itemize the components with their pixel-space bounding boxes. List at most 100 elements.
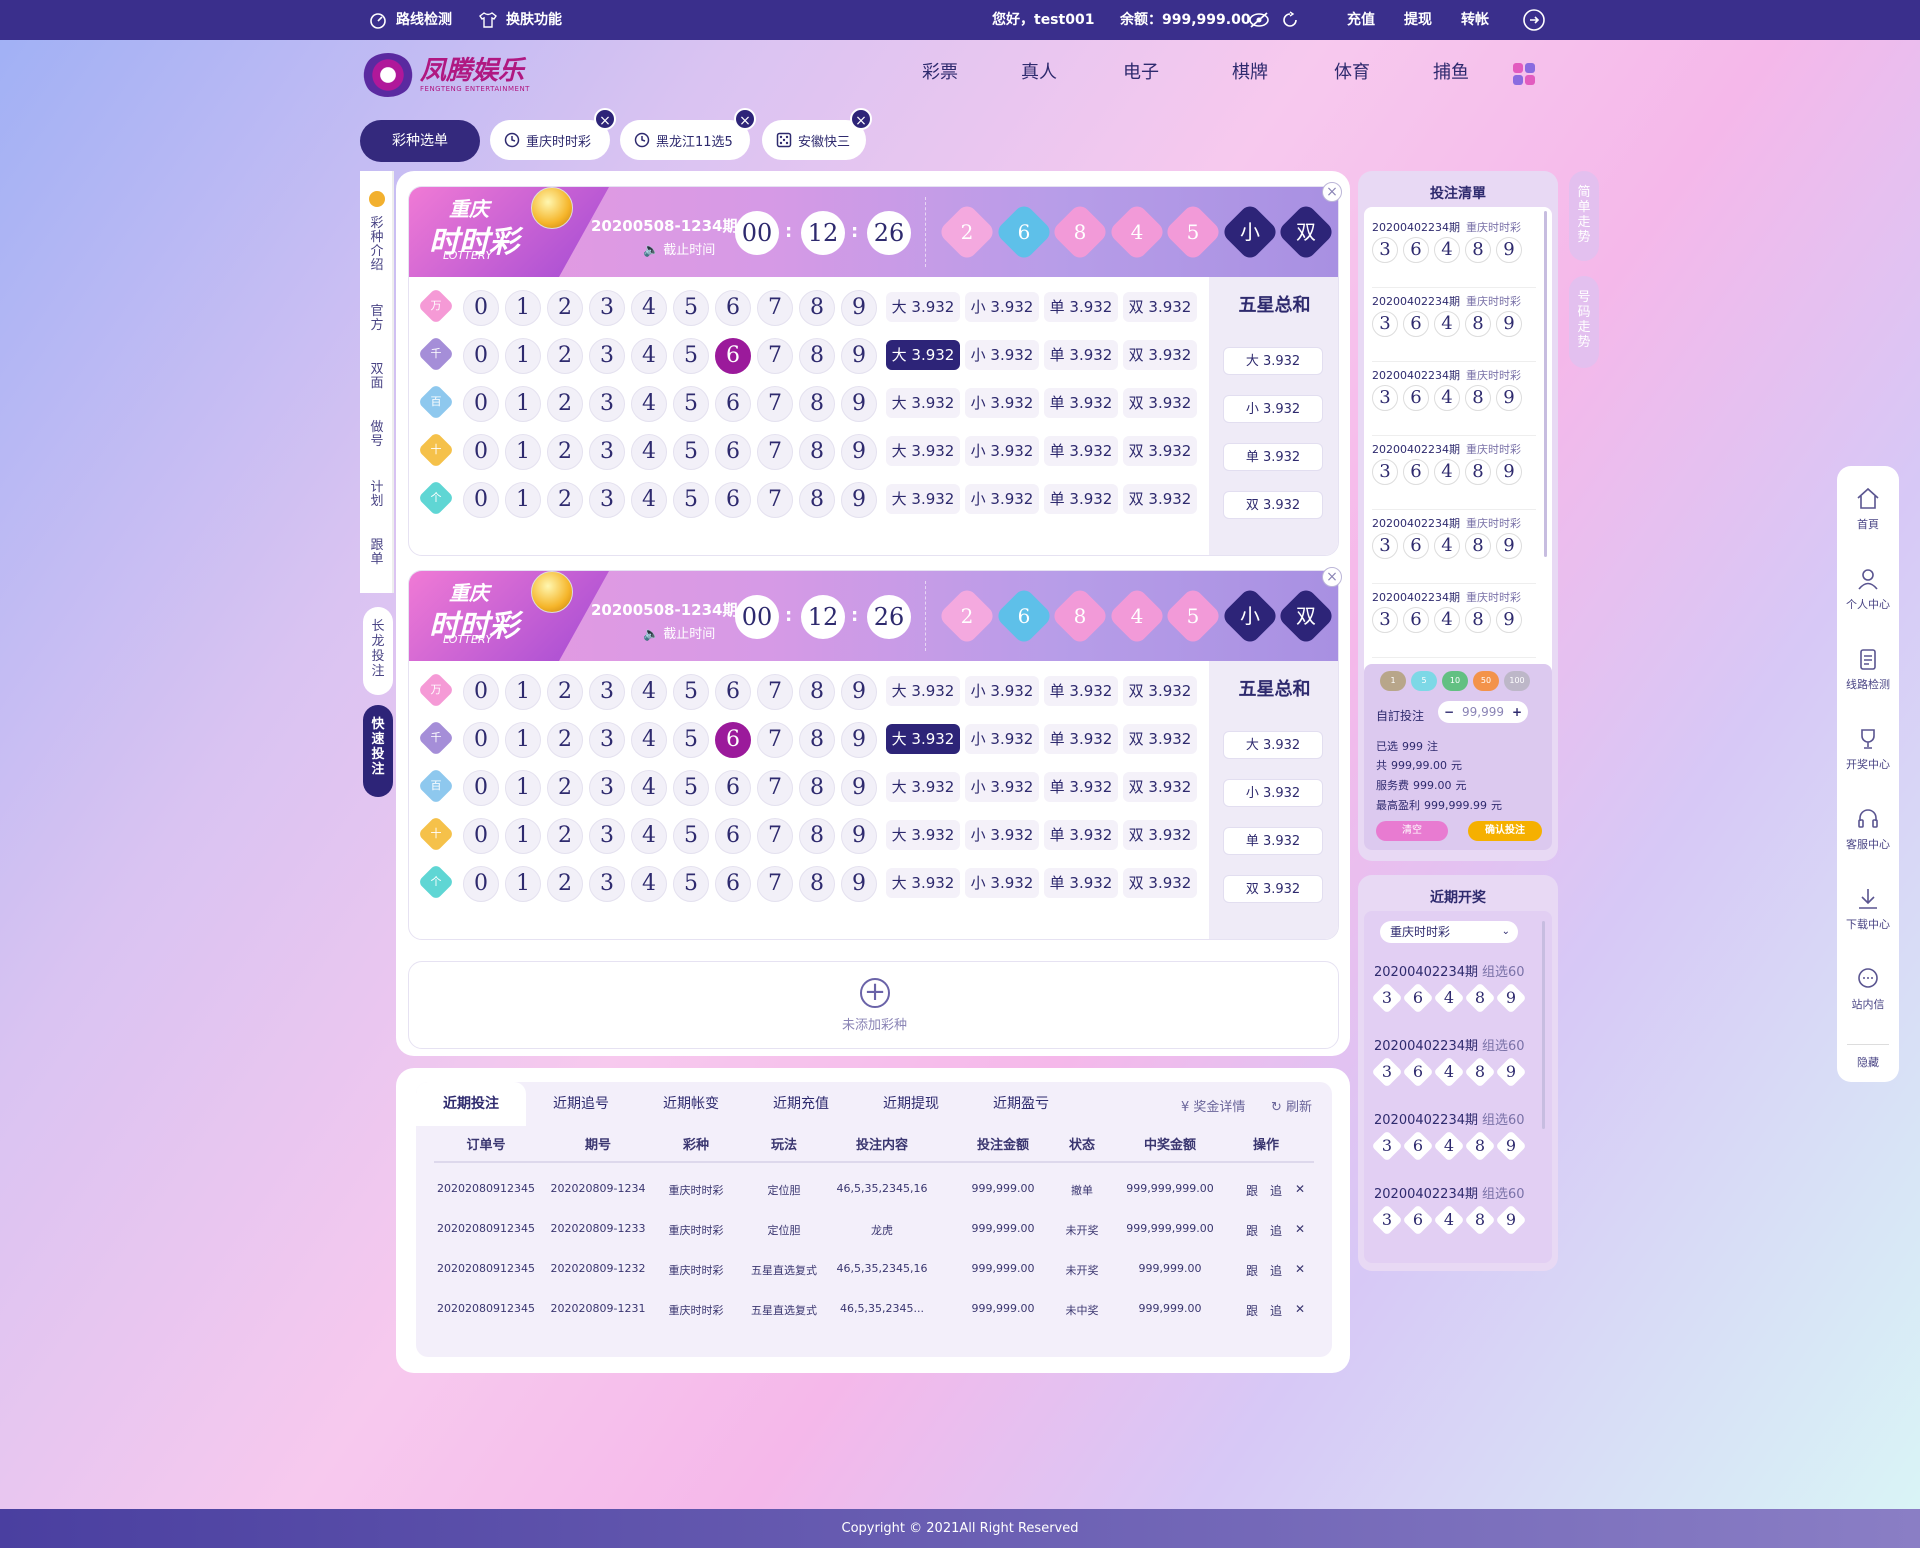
odds-button[interactable]: 大 3.932 (886, 436, 960, 466)
odds-button[interactable]: 单 3.932 (1044, 676, 1118, 706)
float-item-3[interactable]: 开奖中心 (1837, 726, 1899, 772)
odds-button[interactable]: 单 3.932 (1044, 484, 1118, 514)
odds-button[interactable]: 小 3.932 (965, 868, 1039, 898)
odds-button[interactable]: 双 3.932 (1123, 820, 1197, 850)
number-ball[interactable]: 0 (463, 866, 499, 902)
number-ball[interactable]: 7 (757, 866, 793, 902)
odds-button[interactable]: 大 3.932 (886, 484, 960, 514)
number-ball[interactable]: 1 (505, 290, 541, 326)
cancel-icon[interactable]: ✕ (1290, 1262, 1310, 1276)
custom-bet-stepper[interactable]: −99,999 + (1438, 701, 1528, 723)
chase-button[interactable]: 追 (1266, 1222, 1286, 1239)
long-dragon-bet-pill[interactable]: 长龙投注 (363, 607, 393, 695)
chase-button[interactable]: 追 (1266, 1262, 1286, 1279)
number-ball[interactable]: 4 (631, 674, 667, 710)
number-ball[interactable]: 2 (547, 482, 583, 518)
number-ball[interactable]: 0 (463, 674, 499, 710)
number-ball[interactable]: 7 (757, 722, 793, 758)
chip-button[interactable]: 10 (1442, 671, 1468, 691)
float-item-4[interactable]: 客服中心 (1837, 806, 1899, 852)
number-ball[interactable]: 1 (505, 482, 541, 518)
odds-button[interactable]: 单 3.932 (1044, 292, 1118, 322)
tab-ahk3[interactable]: 安徽快三 × (762, 108, 872, 160)
number-ball[interactable]: 5 (673, 386, 709, 422)
number-ball[interactable]: 1 (505, 338, 541, 374)
nav-lottery[interactable]: 彩票 (922, 58, 958, 88)
number-ball[interactable]: 6 (715, 386, 751, 422)
number-ball[interactable]: 0 (463, 722, 499, 758)
sum-odds-button[interactable]: 大 3.932 (1223, 731, 1323, 759)
number-ball[interactable]: 3 (589, 722, 625, 758)
recent-tab[interactable]: 近期追号 (526, 1082, 636, 1126)
odds-button[interactable]: 双 3.932 (1123, 868, 1197, 898)
number-ball[interactable]: 0 (463, 290, 499, 326)
number-ball[interactable]: 5 (673, 482, 709, 518)
number-ball[interactable]: 8 (799, 482, 835, 518)
odds-button[interactable]: 小 3.932 (965, 676, 1039, 706)
nav-fishing[interactable]: 捕鱼 (1433, 58, 1469, 88)
follow-button[interactable]: 跟 (1242, 1182, 1262, 1199)
odds-button[interactable]: 双 3.932 (1123, 484, 1197, 514)
number-ball[interactable]: 2 (547, 674, 583, 710)
float-item-7[interactable]: 隐藏 (1837, 1054, 1899, 1070)
quick-bet-pill[interactable]: 快速投注 (363, 705, 393, 797)
float-item-5[interactable]: 下载中心 (1837, 886, 1899, 932)
number-ball[interactable]: 8 (799, 674, 835, 710)
number-ball[interactable]: 9 (841, 674, 877, 710)
number-ball[interactable]: 7 (757, 290, 793, 326)
menu-plan[interactable]: 计划 (360, 481, 394, 509)
odds-button[interactable]: 双 3.932 (1123, 676, 1197, 706)
number-ball[interactable]: 1 (505, 434, 541, 470)
number-ball[interactable]: 7 (757, 338, 793, 374)
number-ball[interactable]: 4 (631, 866, 667, 902)
number-ball[interactable]: 0 (463, 770, 499, 806)
apps-grid-icon[interactable] (1513, 63, 1535, 85)
number-ball[interactable]: 9 (841, 722, 877, 758)
number-ball[interactable]: 8 (799, 866, 835, 902)
menu-double[interactable]: 双面 (360, 363, 394, 391)
odds-button[interactable]: 大 3.932 (886, 772, 960, 802)
odds-button[interactable]: 小 3.932 (965, 388, 1039, 418)
odds-button[interactable]: 小 3.932 (965, 820, 1039, 850)
sum-odds-button[interactable]: 大 3.932 (1223, 347, 1323, 375)
number-ball[interactable]: 6 (715, 482, 751, 518)
bet-list-scrollbar[interactable] (1544, 211, 1547, 557)
odds-button[interactable]: 双 3.932 (1123, 340, 1197, 370)
follow-button[interactable]: 跟 (1242, 1302, 1262, 1319)
refresh-link[interactable]: ↻ 刷新 (1271, 1096, 1312, 1115)
odds-button[interactable]: 双 3.932 (1123, 388, 1197, 418)
odds-button[interactable]: 小 3.932 (965, 484, 1039, 514)
recent-draw-scrollbar[interactable] (1542, 921, 1545, 1129)
number-ball[interactable]: 9 (841, 482, 877, 518)
number-ball[interactable]: 2 (547, 338, 583, 374)
number-ball[interactable]: 8 (799, 722, 835, 758)
chase-button[interactable]: 追 (1266, 1182, 1286, 1199)
number-ball[interactable]: 6 (715, 338, 751, 374)
follow-button[interactable]: 跟 (1242, 1222, 1262, 1239)
follow-button[interactable]: 跟 (1242, 1262, 1262, 1279)
brand-logo[interactable]: 凤腾娱乐 FENGTENG ENTERTAINMENT (362, 53, 530, 97)
number-ball[interactable]: 0 (463, 482, 499, 518)
number-ball[interactable]: 0 (463, 386, 499, 422)
number-ball[interactable]: 3 (589, 866, 625, 902)
confirm-bet-button[interactable]: 确认投注 (1468, 821, 1542, 841)
number-ball[interactable]: 3 (589, 386, 625, 422)
odds-button[interactable]: 小 3.932 (965, 724, 1039, 754)
number-ball[interactable]: 8 (799, 338, 835, 374)
odds-button[interactable]: 大 3.932 (886, 868, 960, 898)
number-ball[interactable]: 4 (631, 722, 667, 758)
odds-button[interactable]: 大 3.932 (886, 724, 960, 754)
cancel-icon[interactable]: ✕ (1290, 1302, 1310, 1316)
number-ball[interactable]: 6 (715, 770, 751, 806)
number-ball[interactable]: 4 (631, 434, 667, 470)
number-ball[interactable]: 1 (505, 818, 541, 854)
close-tab-icon[interactable]: × (594, 108, 616, 130)
number-ball[interactable]: 2 (547, 770, 583, 806)
number-ball[interactable]: 9 (841, 866, 877, 902)
number-ball[interactable]: 7 (757, 818, 793, 854)
sum-odds-button[interactable]: 双 3.932 (1223, 875, 1323, 903)
nav-slots[interactable]: 电子 (1123, 58, 1159, 88)
number-ball[interactable]: 5 (673, 290, 709, 326)
number-ball[interactable]: 6 (715, 434, 751, 470)
sum-odds-button[interactable]: 单 3.932 (1223, 443, 1323, 471)
